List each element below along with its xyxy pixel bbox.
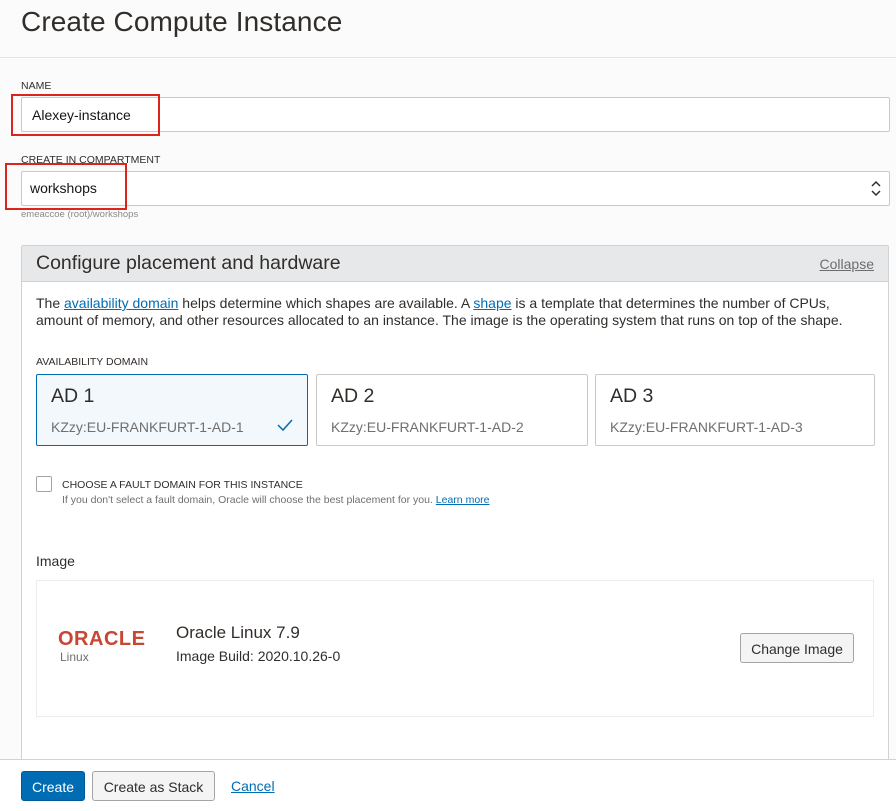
form-footer: Create Create as Stack Cancel [0,759,896,811]
ad-id: KZzy:EU-FRANKFURT-1-AD-1 [51,419,244,435]
name-input[interactable] [21,97,890,132]
compartment-path-hint: emeaccoe (root)/workshops [21,209,139,220]
name-label: NAME [21,80,52,92]
fault-domain-label: CHOOSE A FAULT DOMAIN FOR THIS INSTANCE [62,479,303,491]
placement-description: The availability domain helps determine … [36,295,843,328]
shape-link[interactable]: shape [473,295,511,311]
ad-option-1[interactable]: AD 1 KZzy:EU-FRANKFURT-1-AD-1 [36,374,308,446]
ad-option-2[interactable]: AD 2 KZzy:EU-FRANKFURT-1-AD-2 [316,374,588,446]
create-as-stack-button[interactable]: Create as Stack [92,771,215,801]
oracle-linux-logo: ORACLE Linux [58,628,146,664]
ad-id: KZzy:EU-FRANKFURT-1-AD-2 [331,419,524,435]
page-header: Create Compute Instance [0,0,896,58]
compartment-label: CREATE IN COMPARTMENT [21,154,161,166]
main-form: NAME CREATE IN COMPARTMENT workshops eme… [0,59,896,759]
fault-domain-checkbox[interactable] [36,476,52,492]
chevron-up-down-icon [871,180,881,197]
change-image-button[interactable]: Change Image [740,633,854,663]
learn-more-link[interactable]: Learn more [436,494,490,506]
ad-name: AD 1 [51,385,95,407]
ad-id: KZzy:EU-FRANKFURT-1-AD-3 [610,419,803,435]
compartment-selected-value: workshops [30,180,97,196]
collapse-link[interactable]: Collapse [820,256,874,272]
placement-section: Configure placement and hardware Collaps… [21,245,889,759]
create-button[interactable]: Create [21,771,85,801]
availability-domain-label: AVAILABILITY DOMAIN [36,356,149,368]
cancel-link[interactable]: Cancel [231,778,275,794]
availability-domain-link[interactable]: availability domain [64,295,178,311]
image-name: Oracle Linux 7.9 [176,623,300,642]
compartment-select[interactable]: workshops [21,171,890,206]
ad-option-3[interactable]: AD 3 KZzy:EU-FRANKFURT-1-AD-3 [595,374,875,446]
image-card: ORACLE Linux Oracle Linux 7.9 Image Buil… [36,580,874,717]
fault-domain-hint: If you don't select a fault domain, Orac… [62,494,490,506]
ad-name: AD 3 [610,385,654,407]
placement-section-title: Configure placement and hardware [36,252,341,274]
check-icon [277,419,293,432]
page-title: Create Compute Instance [21,6,343,37]
ad-name: AD 2 [331,385,375,407]
placement-section-header: Configure placement and hardware Collaps… [22,246,888,282]
image-build: Image Build: 2020.10.26-0 [176,648,341,664]
image-section-label: Image [36,553,75,569]
